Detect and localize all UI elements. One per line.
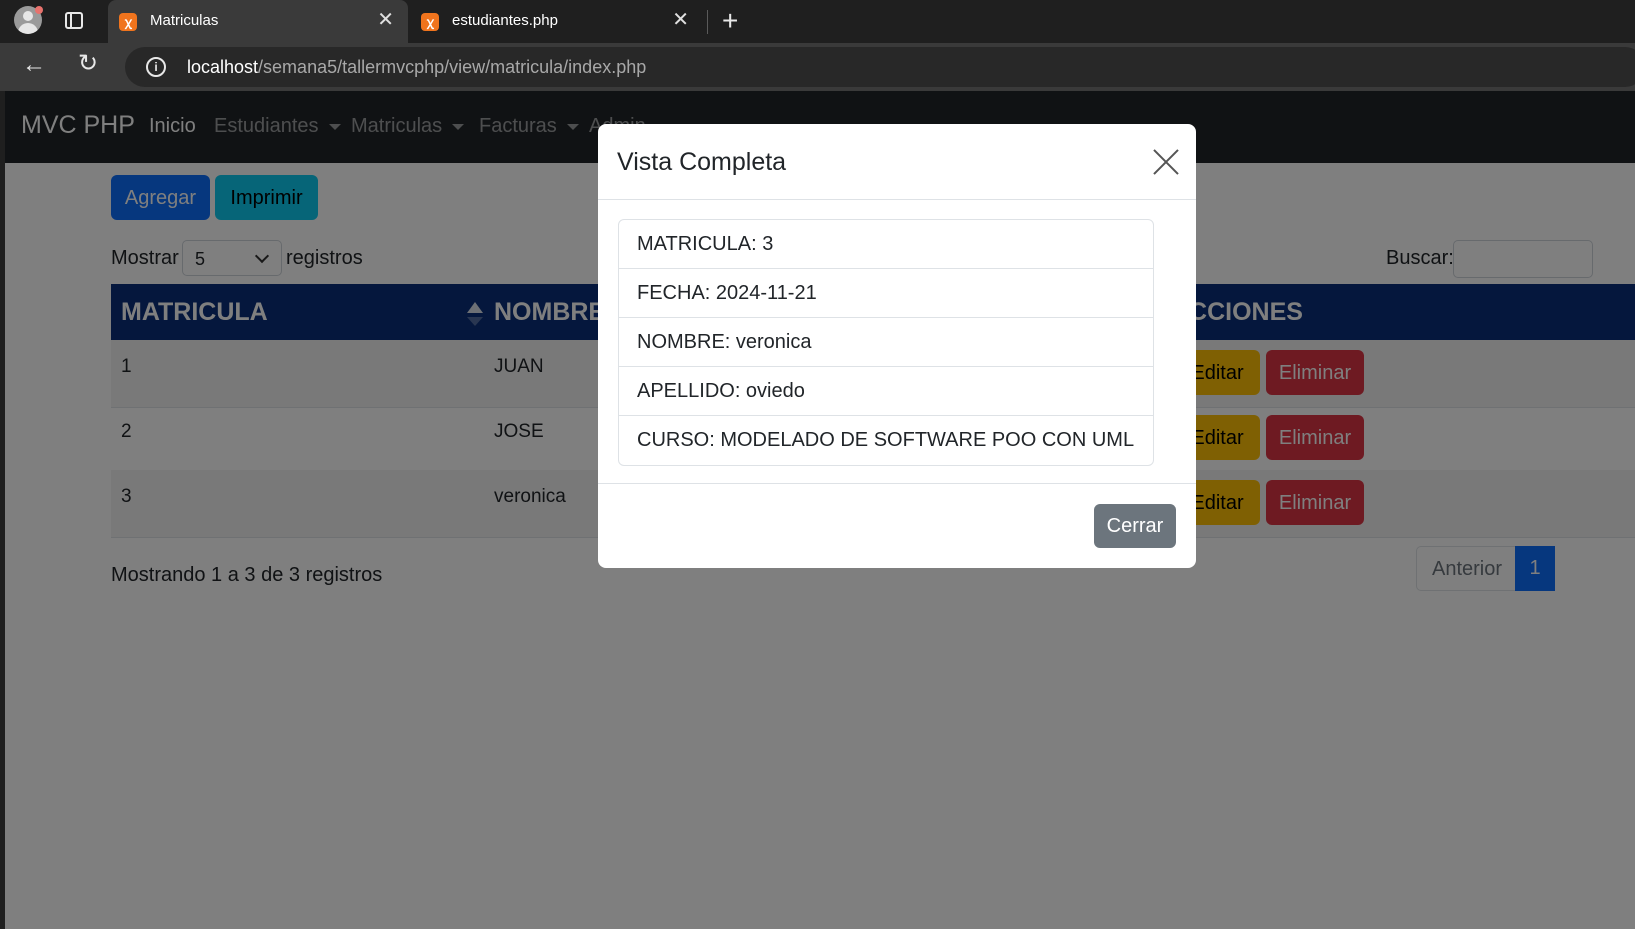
- detail-apellido: APELLIDO: oviedo: [619, 367, 1153, 416]
- browser-tab-estudiantes[interactable]: ꭓ estudiantes.php ✕: [410, 0, 703, 43]
- close-tab-icon[interactable]: ✕: [377, 10, 394, 30]
- detail-matricula: MATRICULA: 3: [619, 220, 1153, 269]
- close-button[interactable]: Cerrar: [1094, 504, 1176, 548]
- xampp-icon: ꭓ: [421, 13, 439, 31]
- tab-title: Matriculas: [150, 12, 219, 29]
- reload-icon[interactable]: ↻: [78, 52, 98, 76]
- browser-tab-strip: ꭓ Matriculas ✕ ꭓ estudiantes.php ✕ +: [0, 0, 1635, 43]
- view-modal: Vista Completa MATRICULA: 3 FECHA: 2024-…: [598, 124, 1196, 568]
- xampp-icon: ꭓ: [119, 13, 137, 31]
- detail-fecha: FECHA: 2024-11-21: [619, 269, 1153, 318]
- modal-header: Vista Completa: [598, 124, 1196, 200]
- url-text[interactable]: localhost/semana5/tallermvcphp/view/matr…: [187, 57, 646, 78]
- detail-curso: CURSO: MODELADO DE SOFTWARE POO CON UML: [637, 429, 1135, 451]
- notification-dot: [35, 6, 43, 14]
- browser-toolbar: ← ↻ i localhost/semana5/tallermvcphp/vie…: [0, 43, 1635, 91]
- new-tab-icon[interactable]: +: [722, 7, 738, 35]
- detail-nombre: NOMBRE: veronica: [619, 318, 1153, 367]
- tab-separator: [707, 10, 708, 34]
- address-bar[interactable]: i localhost/semana5/tallermvcphp/view/ma…: [125, 47, 1635, 87]
- modal-title: Vista Completa: [617, 148, 787, 176]
- tab-actions-icon[interactable]: [65, 12, 83, 29]
- close-icon[interactable]: [1152, 148, 1180, 176]
- browser-tab-matriculas[interactable]: ꭓ Matriculas ✕: [108, 0, 408, 43]
- modal-footer: Cerrar: [598, 483, 1196, 568]
- tab-title: estudiantes.php: [452, 12, 558, 29]
- back-arrow-icon[interactable]: ←: [22, 53, 46, 77]
- site-info-icon[interactable]: i: [146, 57, 166, 77]
- detail-list: MATRICULA: 3 FECHA: 2024-11-21 NOMBRE: v…: [618, 219, 1154, 466]
- close-tab-icon[interactable]: ✕: [672, 10, 689, 30]
